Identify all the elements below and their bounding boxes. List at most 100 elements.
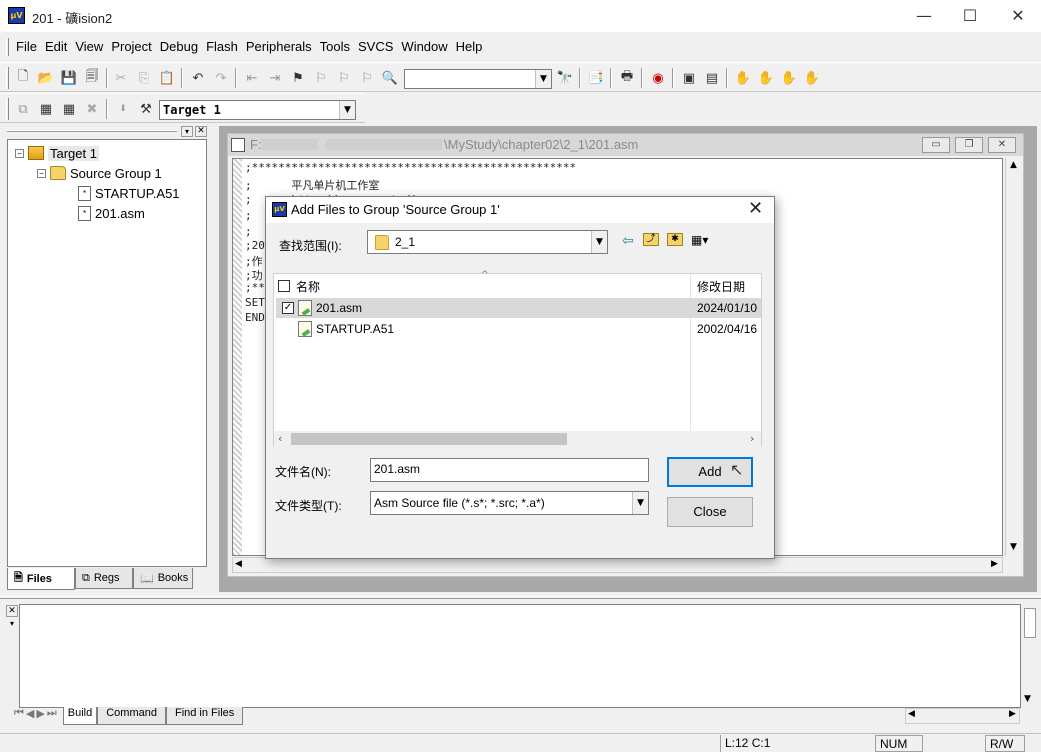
print-icon[interactable]: 🖶	[618, 69, 636, 87]
download-icon[interactable]: ⬇	[114, 100, 132, 118]
tab-regs[interactable]: ⧉ Regs	[75, 568, 133, 589]
tab-build[interactable]: Build	[62, 707, 98, 725]
redo-icon[interactable]: ↷	[212, 69, 230, 87]
target-select[interactable]: Target 1 ▼	[159, 100, 356, 120]
column-header-name[interactable]: 名称	[278, 274, 690, 298]
tab-command[interactable]: Command	[97, 707, 166, 725]
first-tab-icon[interactable]: ⏮	[14, 707, 24, 725]
save-all-icon[interactable]: 🗐	[83, 69, 101, 87]
column-header-date[interactable]: 修改日期	[697, 274, 761, 298]
new-file-icon[interactable]: 🗋	[14, 69, 32, 87]
maximize-button[interactable]: ☐	[947, 0, 993, 32]
prev-tab-icon[interactable]: ◀	[26, 707, 34, 725]
scroll-right-icon[interactable]: ›	[750, 432, 754, 445]
new-folder-icon[interactable]: ✱	[667, 233, 683, 246]
open-folder-icon[interactable]: 📂	[37, 69, 55, 87]
binoculars-icon[interactable]: 🔭	[556, 69, 574, 87]
rebuild-all-icon[interactable]: ▦	[60, 100, 78, 118]
menu-project[interactable]: Project	[107, 39, 155, 54]
file-row-startup-a51[interactable]: STARTUP.A51 2002/04/16	[276, 319, 761, 339]
scroll-thumb[interactable]	[1024, 608, 1036, 638]
next-tab-icon[interactable]: ▶	[36, 707, 44, 725]
tree-item-group[interactable]: − Source Group 1	[37, 164, 162, 182]
editor-close-button[interactable]: ✕	[988, 137, 1016, 153]
scroll-left-icon[interactable]: ◀	[235, 559, 242, 569]
scroll-up-icon[interactable]: ▲	[1006, 160, 1021, 170]
chevron-down-icon[interactable]: ▼	[632, 492, 648, 514]
scroll-down-icon[interactable]: ▼	[1006, 542, 1021, 552]
tab-find-in-files[interactable]: Find in Files	[165, 707, 244, 725]
collapse-icon[interactable]: −	[37, 168, 46, 178]
view-menu-icon[interactable]: ▦▾	[691, 233, 708, 247]
collapse-icon[interactable]: −	[15, 148, 24, 158]
stop-build-icon[interactable]: ✖	[83, 100, 101, 118]
editor-horizontal-scrollbar[interactable]: ◀ ▶	[232, 557, 1003, 573]
tab-scroll-controls[interactable]: ⏮ ◀ ▶ ⏭	[14, 707, 57, 725]
chevron-down-icon[interactable]: ▼	[591, 231, 607, 253]
filetype-select[interactable]: Asm Source file (*.s*; *.src; *.a*) ▼	[370, 491, 649, 515]
output-close-icon[interactable]: ✕	[6, 605, 18, 617]
select-all-checkbox[interactable]	[278, 280, 290, 292]
target-options-icon[interactable]: ⚒	[137, 100, 155, 118]
panel-close-icon[interactable]: ✕	[195, 126, 207, 137]
indent-icon[interactable]: ⇤	[243, 69, 261, 87]
last-tab-icon[interactable]: ⏭	[47, 707, 57, 725]
tab-files[interactable]: 🗎 Files	[7, 568, 75, 590]
filename-input[interactable]: 201.asm	[370, 458, 649, 482]
menu-file[interactable]: File	[12, 39, 41, 54]
hand-icon[interactable]: ✋	[734, 69, 752, 87]
copy-icon[interactable]: ⎘	[135, 69, 153, 87]
tab-books[interactable]: 📖 Books	[133, 568, 193, 589]
menu-debug[interactable]: Debug	[156, 39, 202, 54]
editor-restore-button[interactable]: ❐	[955, 137, 983, 153]
scroll-left-icon[interactable]: ‹	[278, 432, 282, 445]
scroll-right-icon[interactable]: ▶	[991, 559, 998, 569]
editor-vertical-scrollbar[interactable]: ▲ ▼	[1005, 158, 1021, 556]
lookin-select[interactable]: 2_1 ▼	[367, 230, 608, 254]
build-target-icon[interactable]: ▦	[37, 100, 55, 118]
minimize-button[interactable]: —	[901, 0, 947, 32]
bookmark-next-icon[interactable]: ⚐	[312, 69, 330, 87]
file-list[interactable]: ^ 名称 修改日期 ✓ 201.asm 2024/01/10 STARTUP.A…	[273, 270, 762, 448]
file-row-201-asm[interactable]: ✓ 201.asm 2024/01/10	[276, 298, 761, 318]
up-folder-icon[interactable]: ⤴	[643, 233, 659, 246]
menu-help[interactable]: Help	[452, 39, 487, 54]
close-window-button[interactable]: ✕	[995, 0, 1041, 32]
menu-view[interactable]: View	[71, 39, 107, 54]
find-combo[interactable]: ▼	[404, 69, 552, 89]
project-window-icon[interactable]: ▣	[680, 69, 698, 87]
config-icon[interactable]: ✋	[757, 69, 775, 87]
bookmark-toggle-icon[interactable]: ⚑	[289, 69, 307, 87]
scroll-left-icon[interactable]: ◀	[908, 709, 915, 719]
menu-svcs[interactable]: SVCS	[354, 39, 397, 54]
output-vertical-scrollbar[interactable]: ▼	[1022, 604, 1037, 708]
unindent-icon[interactable]: ⇥	[266, 69, 284, 87]
tree-item-target[interactable]: − Target 1	[15, 144, 99, 162]
file-checkbox[interactable]: ✓	[282, 302, 294, 314]
find-in-files-icon[interactable]: 🔍	[381, 69, 399, 87]
menu-peripherals[interactable]: Peripherals	[242, 39, 316, 54]
translate-icon[interactable]: ⧉	[14, 100, 32, 118]
chevron-down-icon[interactable]: ▼	[535, 70, 551, 88]
build-output[interactable]	[19, 604, 1021, 708]
menu-tools[interactable]: Tools	[316, 39, 354, 54]
output-horizontal-scrollbar[interactable]: ◀ ▶	[905, 708, 1020, 724]
output-dock-icon[interactable]: ▾	[6, 619, 18, 629]
menu-window[interactable]: Window	[397, 39, 451, 54]
editor-minimize-button[interactable]: ▭	[922, 137, 950, 153]
menu-edit[interactable]: Edit	[41, 39, 71, 54]
scroll-down-icon[interactable]: ▼	[1024, 694, 1031, 704]
tree-item-file[interactable]: * 201.asm	[78, 204, 145, 222]
back-arrow-icon[interactable]: ⇦	[622, 233, 634, 249]
debug-start-icon[interactable]: ◉	[649, 69, 667, 87]
options-icon[interactable]: ✋	[803, 69, 821, 87]
close-button[interactable]: Close	[667, 497, 753, 527]
bookmark-clear-icon[interactable]: ⚐	[358, 69, 376, 87]
scroll-right-icon[interactable]: ▶	[1009, 709, 1016, 719]
menu-flash[interactable]: Flash	[202, 39, 242, 54]
bookmark-prev-icon[interactable]: ⚐	[335, 69, 353, 87]
tree-item-file[interactable]: * STARTUP.A51	[78, 184, 180, 202]
incremental-find-icon[interactable]: 📑	[587, 69, 605, 87]
chevron-down-icon[interactable]: ▼	[339, 101, 355, 119]
save-icon[interactable]: 💾	[60, 69, 78, 87]
